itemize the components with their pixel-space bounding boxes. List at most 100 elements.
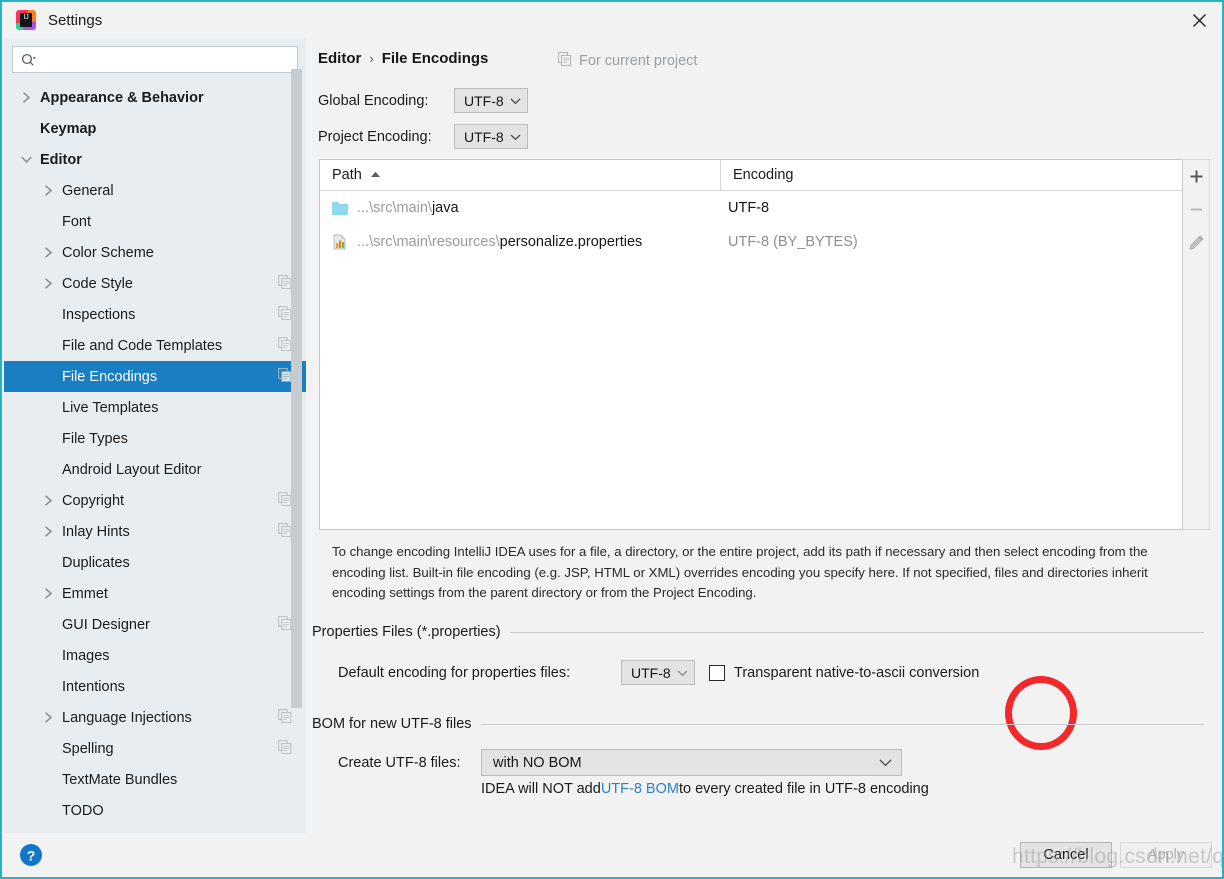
sidebar-item-label: Inlay Hints xyxy=(62,523,130,540)
sidebar-item-gui-designer[interactable]: GUI Designer xyxy=(4,609,306,640)
sidebar-item-images[interactable]: Images xyxy=(4,640,306,671)
chevron-down-icon xyxy=(879,755,892,771)
global-encoding-row: Global Encoding: UTF-8 xyxy=(318,88,528,113)
cancel-button[interactable]: Cancel xyxy=(1020,842,1112,868)
sidebar-item-spelling[interactable]: Spelling xyxy=(4,733,306,764)
table-cell-path: ...\src\main\resources\personalize.prope… xyxy=(320,234,721,250)
path-name: java xyxy=(431,200,459,216)
default-properties-encoding-select[interactable]: UTF-8 xyxy=(621,660,695,685)
utf8-bom-link[interactable]: UTF-8 BOM xyxy=(601,781,679,797)
sidebar-item-keymap[interactable]: Keymap xyxy=(4,113,306,144)
sidebar-item-intentions[interactable]: Intentions xyxy=(4,671,306,702)
table-body: ...\src\main\java UTF-8 ...\src\main\resou… xyxy=(320,191,1182,259)
search-input[interactable] xyxy=(40,47,297,72)
column-header-encoding[interactable]: Encoding xyxy=(721,160,1182,190)
sidebar-item-label: Language Injections xyxy=(62,709,192,726)
project-encoding-label: Project Encoding: xyxy=(318,128,432,145)
sidebar-item-label: Intentions xyxy=(62,678,125,695)
chevron-right-icon[interactable] xyxy=(40,245,56,261)
copy-config-icon xyxy=(278,615,292,634)
sidebar-item-label: GUI Designer xyxy=(62,616,150,633)
sidebar-item-color-scheme[interactable]: Color Scheme xyxy=(4,237,306,268)
copy-config-icon xyxy=(278,305,292,324)
copy-config-icon xyxy=(278,367,292,386)
checkbox-box[interactable] xyxy=(709,664,725,681)
table-cell-encoding[interactable]: UTF-8 xyxy=(721,200,1182,216)
chevron-down-icon[interactable] xyxy=(18,152,34,168)
table-row[interactable]: ...\src\main\resources\personalize.prope… xyxy=(320,225,1182,259)
sidebar-item-copyright[interactable]: Copyright xyxy=(4,485,306,516)
apply-button: Apply xyxy=(1120,842,1212,868)
add-button[interactable] xyxy=(1183,160,1210,193)
chevron-down-icon xyxy=(510,97,521,105)
sidebar-item-appearance-behavior[interactable]: Appearance & Behavior xyxy=(4,82,306,113)
sidebar-item-inlay-hints[interactable]: Inlay Hints xyxy=(4,516,306,547)
sidebar-item-file-types[interactable]: File Types xyxy=(4,423,306,454)
sidebar-item-android-layout-editor[interactable]: Android Layout Editor xyxy=(4,454,306,485)
sidebar-item-live-templates[interactable]: Live Templates xyxy=(4,392,306,423)
project-encoding-select[interactable]: UTF-8 xyxy=(454,124,528,149)
chevron-right-icon[interactable] xyxy=(18,90,34,106)
search-box[interactable] xyxy=(12,46,298,73)
chevron-right-icon[interactable] xyxy=(40,710,56,726)
sidebar-item-label: Appearance & Behavior xyxy=(40,89,204,106)
close-icon[interactable] xyxy=(1176,2,1222,38)
sidebar-item-label: Keymap xyxy=(40,120,97,137)
global-encoding-select[interactable]: UTF-8 xyxy=(454,88,528,113)
remove-button[interactable] xyxy=(1183,193,1210,226)
create-utf8-files-value: with NO BOM xyxy=(493,754,582,771)
transparent-native-to-ascii-label: Transparent native-to-ascii conversion xyxy=(734,664,980,681)
intellij-idea-icon: IJ xyxy=(16,10,36,30)
sidebar-scrollbar-thumb[interactable] xyxy=(291,69,302,708)
encodings-table: Path Encoding ...\src\main\java UTF-8 ...\… xyxy=(319,159,1183,530)
sidebar-item-todo[interactable]: TODO xyxy=(4,795,306,826)
breadcrumb-parent[interactable]: Editor xyxy=(318,50,361,67)
column-header-path[interactable]: Path xyxy=(320,160,721,190)
properties-file-icon xyxy=(332,234,348,250)
path-text: ...\src\main\resources\personalize.prope… xyxy=(357,234,642,250)
chevron-right-icon[interactable] xyxy=(40,183,56,199)
sidebar-item-file-encodings[interactable]: File Encodings xyxy=(4,361,306,392)
path-text: ...\src\main\java xyxy=(357,200,459,216)
group-divider xyxy=(480,723,1204,725)
sidebar-item-general[interactable]: General xyxy=(4,175,306,206)
copy-config-icon xyxy=(278,336,292,355)
properties-files-group-title: Properties Files (*.properties) xyxy=(312,624,501,640)
create-utf8-files-label: Create UTF-8 files: xyxy=(338,754,461,771)
sidebar-item-editor[interactable]: Editor xyxy=(4,144,306,175)
sidebar-item-code-style[interactable]: Code Style xyxy=(4,268,306,299)
sidebar-scrollbar[interactable] xyxy=(291,38,302,789)
create-utf8-files-select[interactable]: with NO BOM xyxy=(481,749,902,776)
sort-ascending-icon xyxy=(370,170,381,181)
sidebar-item-duplicates[interactable]: Duplicates xyxy=(4,547,306,578)
path-prefix: ...\src\main\resources\ xyxy=(357,234,500,250)
sidebar-item-file-and-code-templates[interactable]: File and Code Templates xyxy=(4,330,306,361)
global-encoding-label: Global Encoding: xyxy=(318,92,429,109)
sidebar-item-label: Code Style xyxy=(62,275,133,292)
edit-button[interactable] xyxy=(1183,226,1210,259)
breadcrumb-current: File Encodings xyxy=(381,50,489,67)
chevron-right-icon[interactable] xyxy=(40,276,56,292)
table-cell-encoding[interactable]: UTF-8 (BY_BYTES) xyxy=(721,234,1182,250)
chevron-right-icon[interactable] xyxy=(40,586,56,602)
path-prefix: ...\src\main\ xyxy=(357,200,432,216)
sidebar-item-label: Color Scheme xyxy=(62,244,154,261)
default-properties-encoding-value: UTF-8 xyxy=(631,664,671,681)
bom-note-before: IDEA will NOT add xyxy=(481,781,601,797)
dialog-footer: ? OK Cancel Apply xyxy=(4,833,1222,877)
transparent-native-to-ascii-checkbox[interactable]: Transparent native-to-ascii conversion xyxy=(709,664,980,681)
sidebar-item-emmet[interactable]: Emmet xyxy=(4,578,306,609)
sidebar-item-textmate-bundles[interactable]: TextMate Bundles xyxy=(4,764,306,795)
sidebar-item-label: File Types xyxy=(62,430,128,447)
sidebar-item-language-injections[interactable]: Language Injections xyxy=(4,702,306,733)
sidebar-item-font[interactable]: Font xyxy=(4,206,306,237)
sidebar-item-inspections[interactable]: Inspections xyxy=(4,299,306,330)
for-current-project-label: For current project xyxy=(557,51,697,70)
sidebar-item-label: TextMate Bundles xyxy=(62,771,178,788)
chevron-right-icon[interactable] xyxy=(40,524,56,540)
sidebar-item-label: File and Code Templates xyxy=(62,337,223,354)
chevron-right-icon[interactable] xyxy=(40,493,56,509)
table-row[interactable]: ...\src\main\java UTF-8 xyxy=(320,191,1182,225)
bom-note-row: IDEA will NOT add UTF-8 BOM to every cre… xyxy=(481,781,929,797)
help-button[interactable]: ? xyxy=(18,842,44,868)
